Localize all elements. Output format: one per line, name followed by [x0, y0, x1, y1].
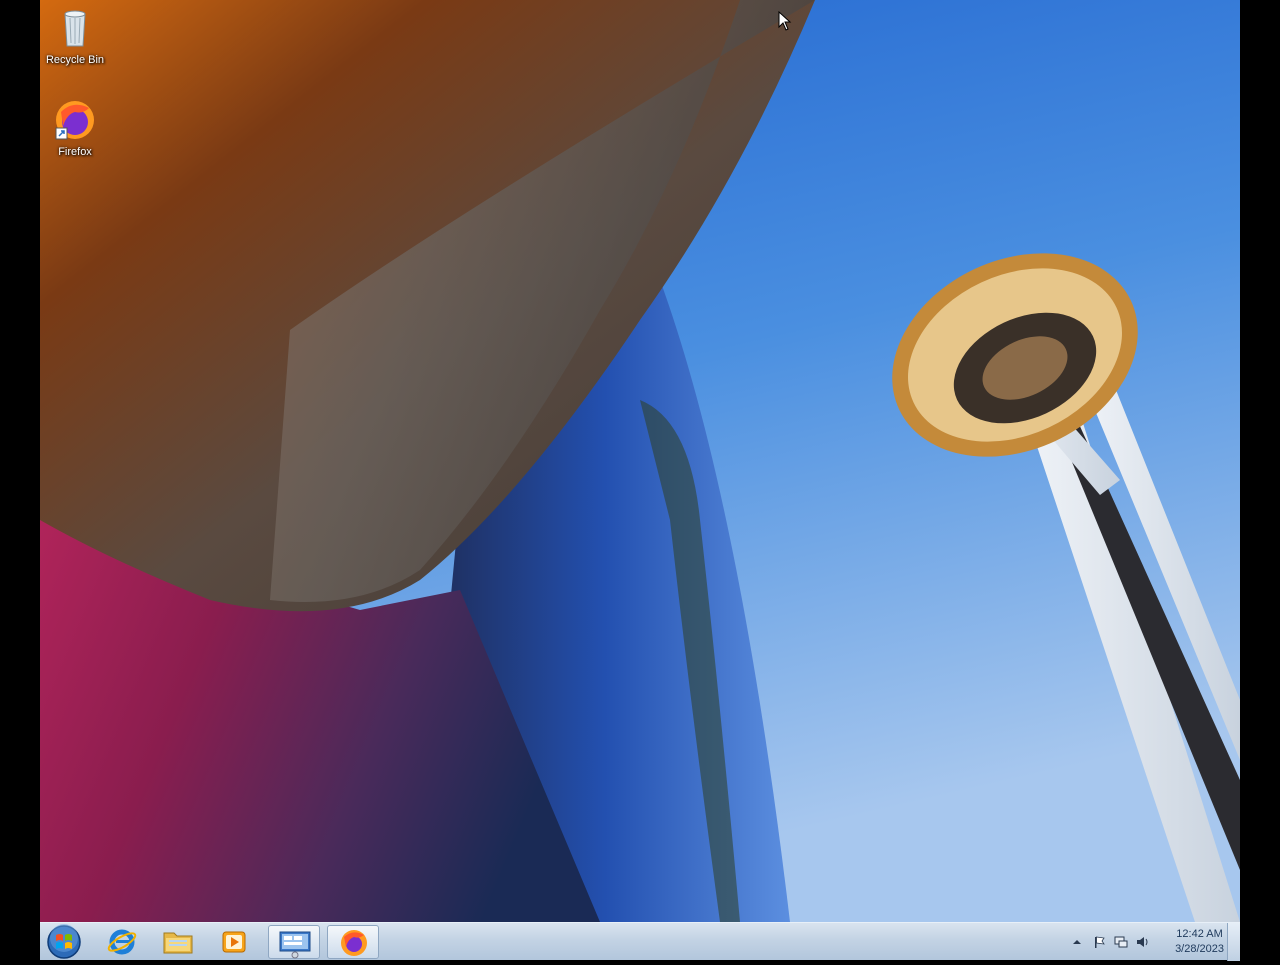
desktop[interactable]: Recycle Bin Firefox: [40, 0, 1240, 922]
taskbar-button-media-player[interactable]: [208, 925, 260, 959]
network-icon[interactable]: [1114, 935, 1128, 949]
internet-explorer-icon: [107, 929, 137, 955]
taskbar: 12:42 AM 3/28/2023: [40, 922, 1240, 961]
taskbar-button-remote-desktop[interactable]: [268, 925, 320, 959]
show-hidden-icons-chevron-up-icon[interactable]: [1070, 935, 1084, 949]
recycle-bin-icon: [53, 6, 97, 50]
wallpaper: [40, 0, 1240, 922]
clock-date: 3/28/2023: [1175, 943, 1224, 955]
taskbar-button-firefox[interactable]: [327, 925, 379, 959]
mouse-cursor-icon: [778, 11, 792, 31]
firefox-icon: [341, 930, 367, 956]
folder-icon: [163, 932, 193, 954]
screen: Recycle Bin Firefox 12:42 AM 3/28/2023: [0, 0, 1280, 961]
desktop-icon-label: Firefox: [58, 146, 92, 158]
start-button[interactable]: [44, 924, 84, 960]
firefox-icon: [53, 98, 97, 142]
media-player-icon: [222, 931, 246, 953]
clock[interactable]: 12:42 AM 3/28/2023: [1175, 927, 1224, 957]
action-center-flag-icon[interactable]: [1092, 935, 1106, 949]
volume-icon[interactable]: [1136, 935, 1150, 949]
remote-desktop-icon: [279, 931, 311, 959]
taskbar-button-internet-explorer[interactable]: [96, 925, 148, 959]
desktop-icon-recycle-bin[interactable]: Recycle Bin: [40, 6, 110, 67]
windows-logo-icon: [47, 924, 81, 959]
clock-time: 12:42 AM: [1176, 928, 1223, 940]
taskbar-button-windows-explorer[interactable]: [152, 925, 204, 959]
show-desktop-button[interactable]: [1227, 923, 1240, 961]
desktop-icon-label: Recycle Bin: [45, 54, 105, 66]
system-tray: 12:42 AM 3/28/2023: [1040, 923, 1240, 961]
desktop-icon-firefox[interactable]: Firefox: [40, 98, 110, 159]
